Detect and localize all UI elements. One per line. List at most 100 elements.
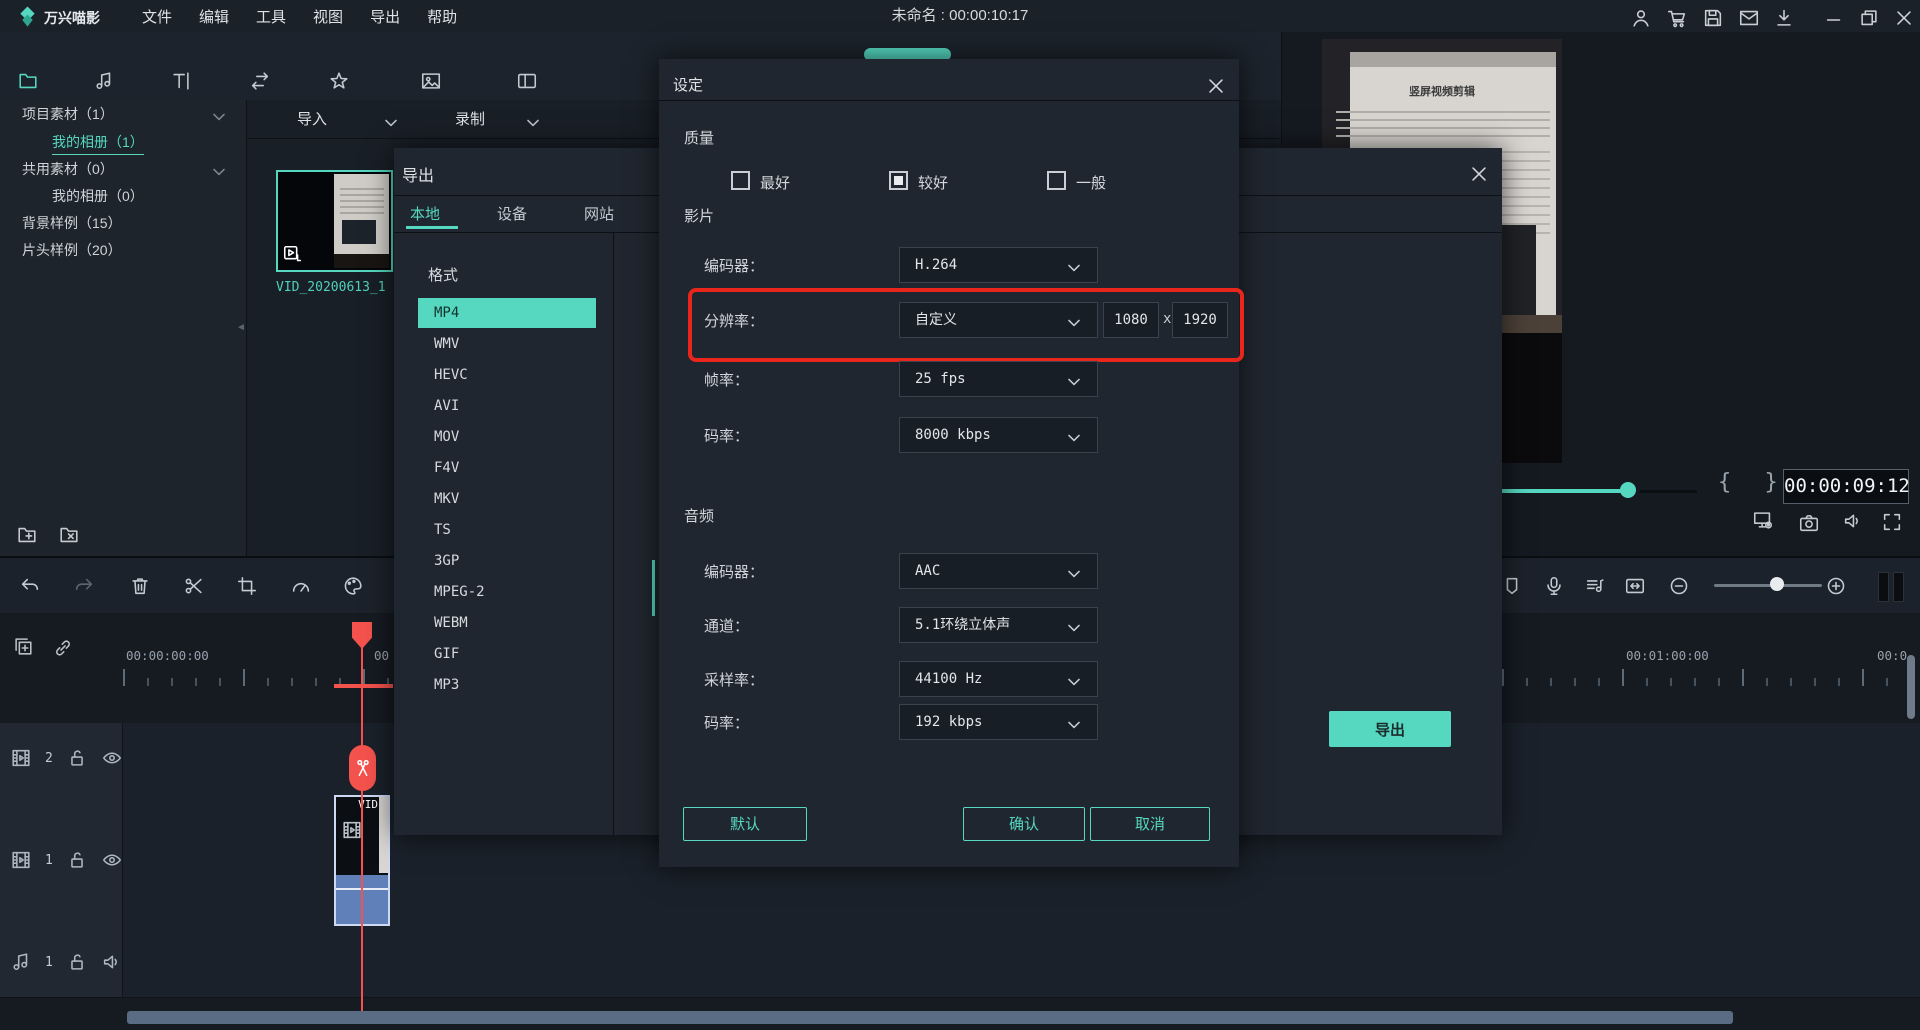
cut-icon[interactable] <box>183 575 205 597</box>
delete-folder-icon[interactable] <box>58 524 80 546</box>
sidebar-item-background-samples[interactable]: 背景样例（15） <box>22 212 122 234</box>
delete-icon[interactable] <box>129 575 151 597</box>
format-option-f4v[interactable]: F4V <box>418 453 596 483</box>
export-tab-web[interactable]: 网站 <box>584 203 614 224</box>
track-lock-icon[interactable] <box>66 849 88 871</box>
download-icon[interactable] <box>1773 7 1795 29</box>
media-clip-thumbnail[interactable] <box>276 170 393 272</box>
track-mute-icon[interactable] <box>101 951 123 973</box>
export-dialog-close-icon[interactable] <box>1468 163 1490 185</box>
quality-checkbox-normal[interactable] <box>1047 171 1066 190</box>
default-button[interactable]: 默认 <box>683 807 807 841</box>
format-option-gif[interactable]: GIF <box>418 639 596 669</box>
preview-timecode[interactable]: 00:00:09:12 <box>1783 469 1909 504</box>
timeline-vertical-scrollbar[interactable] <box>1907 655 1915 719</box>
sidebar-item-intro-samples[interactable]: 片头样例（20） <box>22 239 122 261</box>
channel-select[interactable]: 5.1环绕立体声 <box>899 607 1098 643</box>
format-list-scrollbar[interactable] <box>652 560 655 616</box>
format-option-ts[interactable]: TS <box>418 515 596 545</box>
record-button[interactable]: 录制 <box>455 108 485 129</box>
zoom-out-icon[interactable] <box>1668 575 1690 597</box>
menu-help[interactable]: 帮助 <box>427 6 457 27</box>
format-option-mp3[interactable]: MP3 <box>418 670 596 700</box>
samplerate-select[interactable]: 44100 Hz <box>899 661 1098 697</box>
color-icon[interactable] <box>342 575 364 597</box>
cut-cursor[interactable] <box>349 745 376 791</box>
framerate-select[interactable]: 25 fps <box>899 361 1098 397</box>
menu-tools[interactable]: 工具 <box>256 6 286 27</box>
fit-timeline-icon[interactable] <box>1624 575 1646 597</box>
export-tab-local[interactable]: 本地 <box>410 203 440 224</box>
format-option-mp4[interactable]: MP4 <box>418 298 596 328</box>
timeline-zoom-handle[interactable] <box>1770 577 1784 591</box>
format-option-hevc[interactable]: HEVC <box>418 360 596 390</box>
zoom-in-icon[interactable] <box>1825 575 1847 597</box>
import-dropdown-icon[interactable] <box>380 112 402 134</box>
save-icon[interactable] <box>1702 7 1724 29</box>
mail-icon[interactable] <box>1738 7 1760 29</box>
format-option-wmv[interactable]: WMV <box>418 329 596 359</box>
track-lock-icon[interactable] <box>66 747 88 769</box>
preview-seek-handle[interactable] <box>1620 482 1636 498</box>
voiceover-icon[interactable] <box>1543 575 1565 597</box>
format-option-avi[interactable]: AVI <box>418 391 596 421</box>
export-tab-device[interactable]: 设备 <box>497 203 527 224</box>
sidebar-item-my-album-0[interactable]: 我的相册（0） <box>52 185 144 207</box>
preview-seekbar-remaining[interactable] <box>1640 490 1697 493</box>
restore-button[interactable] <box>1858 7 1880 29</box>
display-settings-icon[interactable] <box>1752 509 1774 531</box>
redo-icon[interactable] <box>73 575 95 597</box>
snapshot-icon[interactable] <box>1798 512 1820 534</box>
track-visibility-icon[interactable] <box>101 747 123 769</box>
audio-mixer-icon[interactable] <box>1584 575 1606 597</box>
track-visibility-icon[interactable] <box>101 849 123 871</box>
audio-encoder-select[interactable]: AAC <box>899 553 1098 589</box>
add-folder-icon[interactable] <box>16 524 38 546</box>
preview-layout-toggle[interactable] <box>1878 572 1889 602</box>
crop-icon[interactable] <box>236 575 258 597</box>
ruler-ticks[interactable] <box>1502 668 1920 686</box>
add-track-icon[interactable] <box>12 635 34 657</box>
export-confirm-button[interactable]: 导出 <box>1329 711 1451 747</box>
import-button[interactable]: 导入 <box>297 108 327 129</box>
menu-view[interactable]: 视图 <box>313 6 343 27</box>
link-clips-icon[interactable] <box>52 637 74 659</box>
video-bitrate-select[interactable]: 8000 kbps <box>899 417 1098 453</box>
menu-edit[interactable]: 编辑 <box>199 6 229 27</box>
audio-bitrate-select[interactable]: 192 kbps <box>899 704 1098 740</box>
confirm-button[interactable]: 确认 <box>963 807 1085 841</box>
minimize-button[interactable] <box>1823 9 1845 31</box>
fullscreen-icon[interactable] <box>1881 511 1903 533</box>
sidebar-collapse-handle[interactable]: ◄ <box>236 322 246 333</box>
account-icon[interactable] <box>1630 7 1652 29</box>
volume-icon[interactable] <box>1842 510 1864 532</box>
preview-layout-toggle[interactable] <box>1893 572 1904 602</box>
format-option-mkv[interactable]: MKV <box>418 484 596 514</box>
format-option-3gp[interactable]: 3GP <box>418 546 596 576</box>
menu-file[interactable]: 文件 <box>142 6 172 27</box>
timeline-zoom-slider[interactable] <box>1714 584 1822 587</box>
preview-seekbar[interactable] <box>1502 489 1624 493</box>
video-encoder-select[interactable]: H.264 <box>899 247 1098 283</box>
sidebar-item-shared-media[interactable]: 共用素材（0） <box>22 158 114 180</box>
menu-export[interactable]: 导出 <box>370 6 400 27</box>
chevron-down-icon[interactable] <box>208 161 230 183</box>
mark-in-out-buttons[interactable]: { } <box>1718 470 1788 495</box>
track-lock-icon[interactable] <box>66 951 88 973</box>
sidebar-item-my-album-1[interactable]: 我的相册（1） <box>52 131 144 155</box>
format-option-mpeg2[interactable]: MPEG-2 <box>418 577 596 607</box>
record-dropdown-icon[interactable] <box>522 112 544 134</box>
chevron-down-icon[interactable] <box>208 106 230 128</box>
undo-icon[interactable] <box>19 575 41 597</box>
format-option-webm[interactable]: WEBM <box>418 608 596 638</box>
store-cart-icon[interactable] <box>1666 7 1688 29</box>
playhead-handle[interactable] <box>352 622 372 649</box>
quality-checkbox-best[interactable] <box>731 171 750 190</box>
close-button[interactable] <box>1893 7 1915 29</box>
marker-icon[interactable] <box>1501 575 1523 597</box>
format-option-mov[interactable]: MOV <box>418 422 596 452</box>
settings-dialog-close-icon[interactable] <box>1205 75 1227 97</box>
timeline-horizontal-scrollbar[interactable] <box>127 1011 1733 1024</box>
speed-icon[interactable] <box>290 575 312 597</box>
quality-checkbox-better[interactable] <box>889 171 908 190</box>
